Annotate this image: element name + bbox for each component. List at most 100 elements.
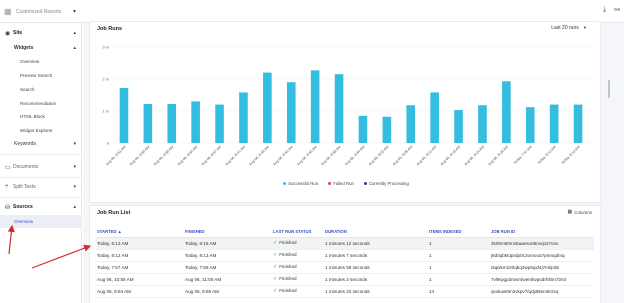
- chevron-down-icon: ▾: [73, 140, 76, 147]
- legend-item-processing[interactable]: Currently Processing: [363, 181, 409, 186]
- legend-dot: [328, 182, 332, 185]
- document-icon: ▭: [5, 164, 11, 171]
- column-header-started[interactable]: STARTED ▲: [96, 226, 184, 238]
- chart-bar[interactable]: [502, 81, 511, 143]
- table-cell: 7vl9rpgp2mwr4wemfwpodrhl0m72e3: [490, 273, 594, 286]
- table-row[interactable]: Today, 8:12 AM Today, 8:13 AM ✓ Finished 1 m…: [96, 249, 594, 262]
- chart-bar[interactable]: [215, 104, 224, 143]
- x-tick-label: Aug 06, 8:54 AM: [344, 145, 366, 167]
- table-cell: Aug 06, 8:55 AM: [184, 285, 272, 298]
- sidebar: ◉ Site ▴ Widgets ▴ Overview Preview Sear…: [0, 23, 82, 303]
- chart-bar[interactable]: [263, 72, 272, 143]
- sidebar-item-recommendation[interactable]: Recommendation: [0, 97, 82, 110]
- chart-bar[interactable]: [478, 105, 487, 143]
- table-cell: ✓ Finished: [272, 237, 324, 250]
- legend-item-failed[interactable]: Failed Run: [328, 181, 354, 186]
- top-bar: ▦ Customized Reports ▾ ⤓ ⚯: [0, 0, 624, 23]
- legend-label: Successful Run: [288, 181, 319, 186]
- chart-bar[interactable]: [143, 103, 153, 143]
- report-selector[interactable]: ▦ Customized Reports ▾: [0, 0, 82, 23]
- breadcrumb-label: Customized Reports: [16, 8, 62, 15]
- column-header-status[interactable]: LAST RUN STATUS: [272, 226, 324, 238]
- column-header-job-run-id[interactable]: JOB RUN ID: [490, 226, 594, 238]
- table-row[interactable]: Aug 06, 8:54 AM Aug 06, 8:55 AM ✓ Finished 1…: [96, 285, 594, 298]
- sidebar-section-split-tests[interactable]: ⑂ Split Tests ▾: [0, 180, 82, 194]
- checkmark-icon: ✓: [273, 264, 278, 270]
- sidebar-item-sources-overview[interactable]: Overview: [0, 215, 82, 228]
- table-cell: ✓ Finished: [272, 273, 324, 286]
- table-cell: 1 minutes 58 seconds: [324, 261, 428, 274]
- main-content: Job Runs Last 20 runs ▾ 3 m2 m1 m0 Aug 0…: [83, 21, 624, 303]
- cell-text: 1: [429, 276, 432, 282]
- cell-text: Aug 06, 11:00 AM: [185, 276, 222, 282]
- column-header-finished[interactable]: FINISHED: [184, 226, 272, 238]
- chart-bar[interactable]: [334, 74, 344, 143]
- sidebar-group-widgets[interactable]: Widgets ▴: [0, 41, 82, 54]
- column-header-items-indexed[interactable]: ITEMS INDEXED: [428, 226, 490, 238]
- cell-text: 1: [429, 240, 432, 246]
- table-row[interactable]: Today, 8:13 AM Today, 8:15 AM ✓ Finished 1 m…: [96, 237, 594, 250]
- checkmark-icon: ✓: [273, 252, 278, 258]
- table-cell: Aug 06, 11:00 AM: [184, 273, 272, 286]
- chart-bar[interactable]: [239, 92, 248, 143]
- chart-bar[interactable]: [310, 70, 320, 143]
- table-cell: Aug 06, 8:54 AM: [96, 285, 184, 298]
- chart-bar[interactable]: [573, 104, 583, 143]
- column-header-duration[interactable]: DURATION: [324, 226, 428, 238]
- cell-text: Finished: [279, 240, 297, 245]
- chart-bar[interactable]: [286, 82, 296, 143]
- sidebar-section-site[interactable]: ◉ Site ▴: [0, 26, 82, 40]
- x-tick-label: Aug 06, 9:12 AM: [416, 145, 438, 167]
- chart-bar[interactable]: [430, 92, 439, 143]
- cell-text: Today, 8:13 AM: [97, 240, 129, 246]
- sidebar-group-keywords[interactable]: Keywords ▾: [0, 137, 82, 150]
- sidebar-item-search[interactable]: Search: [0, 83, 82, 96]
- table-cell: ✓ Finished: [272, 249, 324, 262]
- checkmark-icon: ✓: [273, 288, 278, 294]
- sidebar-section-label: Documents: [13, 164, 39, 170]
- table-row[interactable]: Aug 06, 10:59 AM Aug 06, 11:00 AM ✓ Finishe…: [96, 273, 594, 286]
- chart-legend: Successful Run Failed Run Currently Proc…: [90, 181, 602, 186]
- chart-bar[interactable]: [406, 105, 416, 143]
- table-cell: Today, 8:13 AM: [96, 237, 184, 250]
- sidebar-section-label: Site: [13, 30, 23, 36]
- legend-item-successful[interactable]: Successful Run: [283, 181, 318, 186]
- link-icon[interactable]: ⚯: [614, 6, 620, 14]
- legend-label: Failed Run: [333, 181, 354, 186]
- sidebar-section-sources[interactable]: ⛁ Sources ▴: [0, 200, 82, 214]
- table-cell: 1 minutes 23 seconds: [324, 285, 428, 298]
- sidebar-item-overview[interactable]: Overview: [0, 55, 82, 68]
- chart-bar[interactable]: [454, 110, 463, 143]
- columns-button[interactable]: ▦ Columns: [568, 209, 593, 215]
- cell-text: qvvkuw0m2vkpv7/qdy9ksm9r2xq: [491, 288, 559, 294]
- sidebar-group-label: Keywords: [14, 140, 36, 147]
- chart-bar[interactable]: [119, 87, 129, 143]
- cell-text: Today, 7:59 AM: [185, 264, 217, 270]
- chart-bar[interactable]: [191, 101, 200, 143]
- chevron-down-icon: ▾: [73, 164, 76, 170]
- x-tick-label: Aug 06, 9:18 AM: [440, 145, 462, 167]
- cell-text: Finished: [279, 288, 297, 293]
- sidebar-item-html-block[interactable]: HTML Block: [0, 110, 82, 123]
- grid-icon: ▦: [4, 7, 12, 16]
- chart-bar[interactable]: [358, 115, 368, 143]
- chart-bar[interactable]: [382, 116, 392, 143]
- table-cell: 1: [428, 273, 490, 286]
- download-icon[interactable]: ⤓: [603, 6, 606, 14]
- sidebar-section-documents[interactable]: ▭ Documents ▾: [0, 160, 82, 174]
- chart-bar[interactable]: [167, 103, 177, 143]
- chevron-up-icon: ▴: [73, 44, 76, 51]
- sidebar-item-widget-explorer[interactable]: Widget Explorer: [0, 124, 82, 137]
- chart-bar[interactable]: [549, 104, 559, 143]
- table-row[interactable]: Today, 7:57 AM Today, 7:59 AM ✓ Finished 1 m…: [96, 261, 594, 274]
- chart-bar[interactable]: [525, 107, 535, 143]
- table-cell: Today, 8:12 AM: [96, 249, 184, 262]
- y-tick-label: 1 m: [102, 109, 109, 114]
- cell-text: 1 minutes 2 seconds: [325, 276, 368, 282]
- sidebar-item-preview-search[interactable]: Preview Search: [0, 69, 82, 82]
- globe-icon: ◉: [5, 30, 11, 37]
- scrollbar[interactable]: [608, 80, 610, 98]
- column-header-label: STARTED: [97, 228, 117, 234]
- cell-text: Finished: [279, 264, 297, 269]
- table-cell: Aug 06, 10:59 AM: [96, 273, 184, 286]
